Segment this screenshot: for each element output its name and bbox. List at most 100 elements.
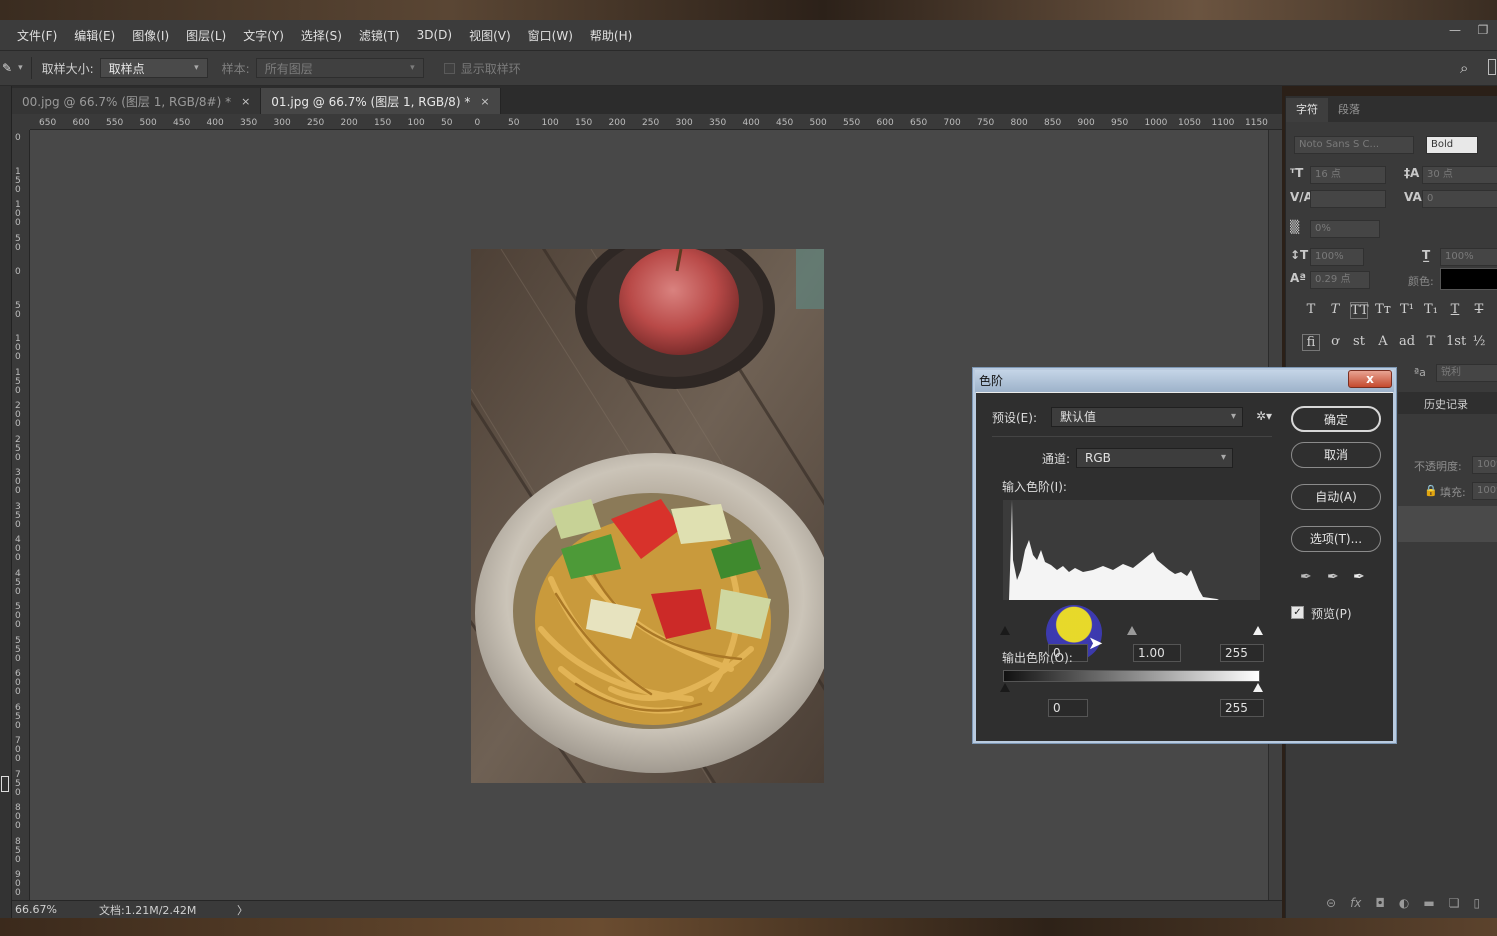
- preview-checkbox[interactable]: ✓: [1291, 606, 1304, 619]
- tab-01-jpg[interactable]: 01.jpg @ 66.7% (图层 1, RGB/8) * ×: [261, 88, 501, 114]
- mask-icon[interactable]: ◘: [1375, 896, 1385, 910]
- old-style-button[interactable]: ơ: [1326, 334, 1344, 351]
- layer-row[interactable]: [1398, 506, 1497, 542]
- cancel-button[interactable]: 取消: [1291, 442, 1381, 468]
- output-black-field[interactable]: 0: [1048, 699, 1088, 717]
- search-icon[interactable]: ⌕: [1460, 59, 1468, 77]
- small-caps-button[interactable]: Tт: [1374, 302, 1392, 319]
- output-white-field[interactable]: 255: [1220, 699, 1264, 717]
- menu-select[interactable]: 选择(S): [301, 27, 342, 44]
- font-size-field[interactable]: 16 点: [1310, 166, 1386, 184]
- vertical-ruler[interactable]: 0 150 100 50 0 50 100 150 200 250 300 350 400 450 500 5…: [12, 130, 30, 900]
- workspace-icon[interactable]: [1488, 59, 1496, 75]
- tool-icon[interactable]: [1, 776, 9, 792]
- horizontal-scale-field[interactable]: 100%: [1440, 248, 1497, 266]
- titling-alternates-button[interactable]: T: [1422, 334, 1440, 351]
- fractions-button[interactable]: ½: [1470, 334, 1488, 351]
- swash-button[interactable]: A: [1374, 334, 1392, 351]
- menu-help[interactable]: 帮助(H): [590, 27, 632, 44]
- close-button[interactable]: x: [1348, 370, 1392, 388]
- tsume-field[interactable]: 0%: [1310, 220, 1380, 238]
- font-family-select[interactable]: Noto Sans S C...: [1294, 136, 1414, 154]
- menu-3d[interactable]: 3D(D): [417, 28, 452, 42]
- tracking-field[interactable]: 0: [1422, 190, 1497, 208]
- ruler-corner[interactable]: [12, 114, 30, 130]
- sample-select[interactable]: 所有图层 ▾: [255, 58, 424, 78]
- folder-icon[interactable]: ▬: [1423, 896, 1434, 910]
- ruler-tick-label: 850: [15, 836, 21, 865]
- menu-filter[interactable]: 滤镜(T): [359, 27, 400, 44]
- lock-icon[interactable]: 🔒: [1424, 484, 1438, 497]
- input-black-slider[interactable]: [1000, 626, 1010, 635]
- menu-layer[interactable]: 图层(L): [186, 27, 226, 44]
- black-eyedropper-icon[interactable]: ✒: [1300, 569, 1312, 585]
- fx-icon[interactable]: fx: [1350, 896, 1361, 910]
- white-eyedropper-icon[interactable]: ✒: [1353, 569, 1365, 585]
- font-style-select[interactable]: Bold: [1426, 136, 1478, 154]
- status-menu-arrow-icon[interactable]: 〉: [237, 902, 248, 918]
- all-caps-button[interactable]: TT: [1350, 302, 1369, 319]
- subscript-button[interactable]: T₁: [1422, 302, 1440, 319]
- trash-icon[interactable]: ▯: [1473, 896, 1480, 910]
- ruler-tick-label: 800: [15, 803, 21, 831]
- text-color-swatch[interactable]: [1440, 268, 1497, 290]
- close-icon[interactable]: ×: [480, 95, 489, 108]
- channel-select[interactable]: RGB ▾: [1076, 448, 1233, 468]
- output-gradient: [1003, 670, 1260, 682]
- opacity-field[interactable]: 100%: [1472, 456, 1497, 474]
- auto-button[interactable]: 自动(A): [1291, 484, 1381, 510]
- input-white-slider[interactable]: [1253, 626, 1263, 635]
- link-layers-icon[interactable]: ⊝: [1326, 896, 1336, 910]
- output-black-slider[interactable]: [1000, 683, 1010, 692]
- ligatures-button[interactable]: fi: [1302, 334, 1320, 351]
- superscript-button[interactable]: T¹: [1398, 302, 1416, 319]
- underline-button[interactable]: T: [1446, 302, 1464, 319]
- restore-button[interactable]: ❐: [1469, 20, 1497, 40]
- fill-field[interactable]: 100%: [1472, 482, 1497, 500]
- ordinals-button[interactable]: 1st: [1446, 334, 1466, 351]
- strikethrough-button[interactable]: T: [1470, 302, 1488, 319]
- tab-paragraph[interactable]: 段落: [1328, 98, 1370, 122]
- anti-alias-select[interactable]: 锐利: [1436, 364, 1497, 382]
- gray-eyedropper-icon[interactable]: ✒: [1327, 569, 1339, 585]
- options-button[interactable]: 选项(T)...: [1291, 526, 1381, 552]
- faux-italic-button[interactable]: T: [1326, 302, 1344, 319]
- document-image[interactable]: [471, 249, 824, 783]
- kerning-field[interactable]: [1310, 190, 1386, 208]
- adjustment-icon[interactable]: ◐: [1399, 896, 1409, 910]
- tab-character[interactable]: 字符: [1286, 98, 1328, 122]
- ruler-tick-label: 250: [642, 118, 660, 128]
- eyedropper-tool-icon[interactable]: ✎: [2, 61, 12, 75]
- minimize-button[interactable]: —: [1441, 20, 1469, 40]
- sample-size-select[interactable]: 取样点 ▾: [99, 58, 208, 78]
- input-gamma-slider[interactable]: [1127, 626, 1137, 635]
- dialog-body: 预设(E): 默认值 ▾ ✲▾ 通道: RGB ▾ 输入色阶(I): ➤ 0 1…: [976, 393, 1393, 741]
- new-layer-icon[interactable]: ❏: [1449, 896, 1460, 910]
- close-icon[interactable]: ×: [241, 95, 250, 108]
- output-white-slider[interactable]: [1253, 683, 1263, 692]
- preset-select[interactable]: 默认值 ▾: [1051, 407, 1243, 427]
- tab-history[interactable]: 历史记录: [1424, 396, 1468, 412]
- faux-bold-button[interactable]: T: [1302, 302, 1320, 319]
- menu-window[interactable]: 窗口(W): [528, 27, 573, 44]
- gear-icon[interactable]: ✲▾: [1256, 409, 1272, 423]
- menu-edit[interactable]: 编辑(E): [74, 27, 115, 44]
- menu-view[interactable]: 视图(V): [469, 27, 511, 44]
- discretionary-ligatures-button[interactable]: st: [1350, 334, 1368, 351]
- menu-image[interactable]: 图像(I): [132, 27, 169, 44]
- baseline-shift-field[interactable]: 0.29 点: [1310, 271, 1370, 289]
- menu-type[interactable]: 文字(Y): [243, 27, 284, 44]
- tab-00-jpg[interactable]: 00.jpg @ 66.7% (图层 1, RGB/8#) * ×: [12, 88, 262, 114]
- tool-preset-chevron-icon[interactable]: ▾: [18, 63, 23, 73]
- input-gamma-field[interactable]: 1.00: [1133, 644, 1181, 662]
- vertical-scale-field[interactable]: 100%: [1310, 248, 1364, 266]
- ok-button[interactable]: 确定: [1291, 406, 1381, 432]
- leading-field[interactable]: 30 点: [1422, 166, 1497, 184]
- stylistic-alternates-button[interactable]: ad: [1398, 334, 1416, 351]
- show-ring-checkbox[interactable]: [443, 62, 455, 74]
- horizontal-ruler[interactable]: 650 600 550 500 450 400 350 300 250 200 150 100 50 0 5…: [30, 114, 1282, 130]
- ruler-tick-label: 500: [809, 118, 827, 128]
- menu-file[interactable]: 文件(F): [17, 27, 57, 44]
- input-white-field[interactable]: 255: [1220, 644, 1264, 662]
- zoom-level[interactable]: 66.67%: [15, 903, 87, 916]
